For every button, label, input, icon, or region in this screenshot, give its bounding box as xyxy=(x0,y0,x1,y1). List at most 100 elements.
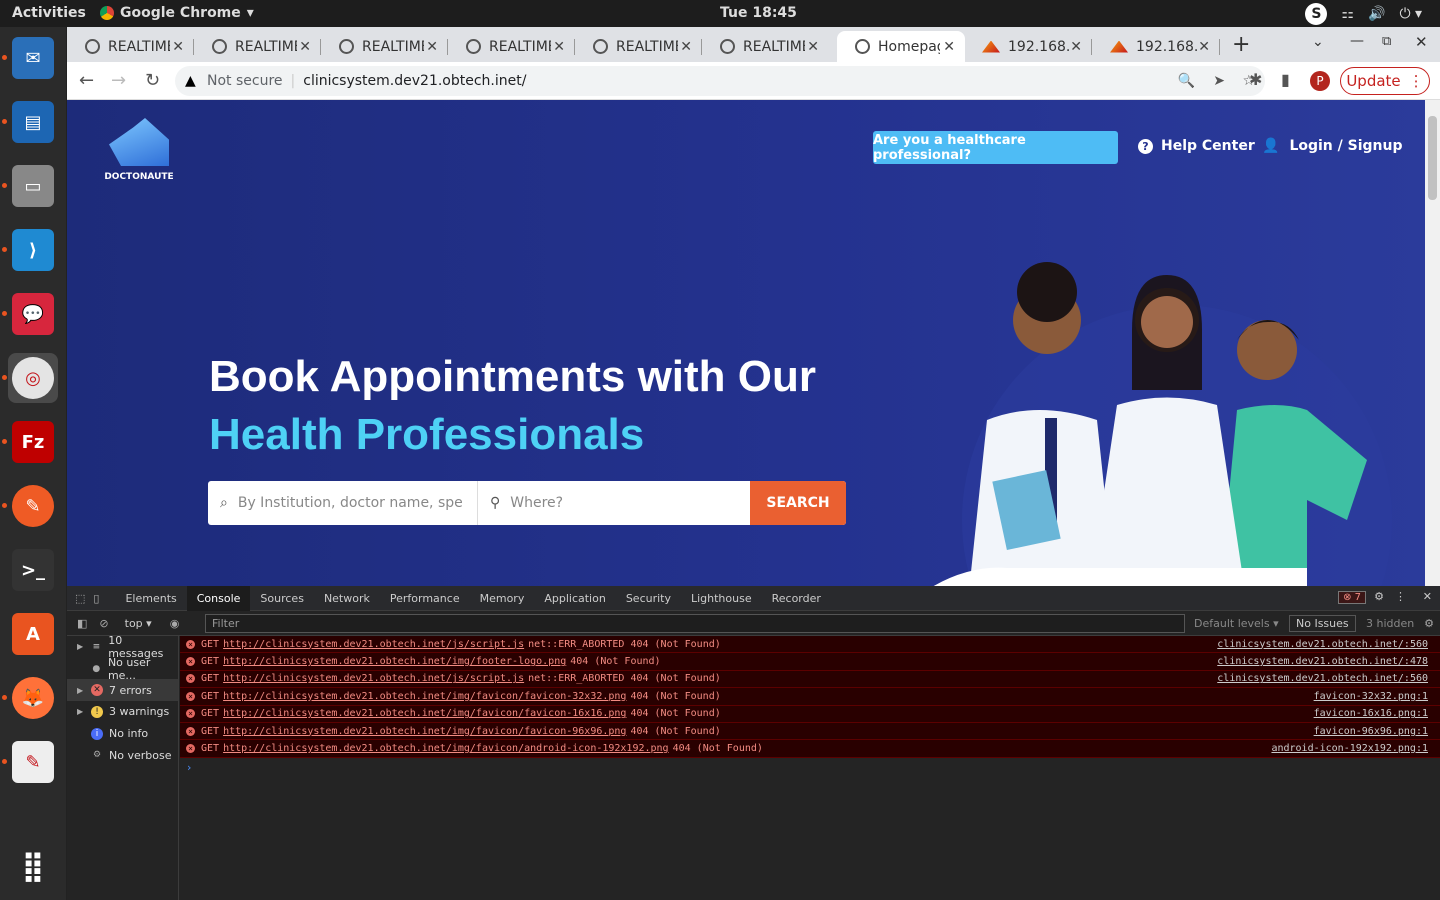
help-center-link[interactable]: ? Help Center xyxy=(1138,138,1255,154)
log-url-link[interactable]: http://clinicsystem.dev21.obtech.inet/js… xyxy=(223,639,524,650)
tab-search-chevron-icon[interactable]: ⌄ xyxy=(1312,34,1324,50)
console-filter-error[interactable]: ▶ ✕ 7 errors xyxy=(67,679,178,702)
console-settings-icon[interactable]: ⚙ xyxy=(1424,617,1434,630)
send-icon[interactable]: ➤ xyxy=(1213,73,1225,89)
issues-button[interactable]: No Issues xyxy=(1289,615,1356,632)
live-expression-eye-icon[interactable]: ◉ xyxy=(170,617,180,630)
log-url-link[interactable]: http://clinicsystem.dev21.obtech.inet/im… xyxy=(223,726,626,737)
thunderbird-icon[interactable]: ✉ xyxy=(8,33,58,83)
clock[interactable]: Tue 18:45 xyxy=(720,5,797,21)
chrome-icon[interactable]: ◎ xyxy=(8,353,58,403)
console-error-row[interactable]: × GET http://clinicsystem.dev21.obtech.ine… xyxy=(180,653,1440,671)
tab[interactable]: REALTIME ✕ xyxy=(321,31,448,62)
system-tray[interactable]: S ⚏ 🔊 ⏻ ▾ xyxy=(1305,3,1422,25)
inspect-icon[interactable]: ⬚ xyxy=(67,592,93,605)
side-panel-icon[interactable]: ▮ xyxy=(1281,70,1290,89)
devtools-tab-console[interactable]: Console xyxy=(186,585,251,611)
filezilla-icon[interactable]: Fz xyxy=(8,417,58,467)
log-url-link[interactable]: http://clinicsystem.dev21.obtech.inet/im… xyxy=(223,656,566,667)
search-input[interactable]: ⌕ By Institution, doctor name, speciality xyxy=(208,481,478,525)
text-editor-icon[interactable]: ✎ xyxy=(8,737,58,787)
console-error-row[interactable]: × GET http://clinicsystem.dev21.obtech.ine… xyxy=(180,740,1440,758)
new-tab-button[interactable]: + xyxy=(1232,32,1250,57)
tab-close-icon[interactable]: ✕ xyxy=(807,39,819,55)
volume-icon[interactable]: 🔊 xyxy=(1368,6,1385,22)
tab[interactable]: REALTIME ✕ xyxy=(194,31,321,62)
console-error-row[interactable]: × GET http://clinicsystem.dev21.obtech.ine… xyxy=(180,688,1440,706)
tab-close-icon[interactable]: ✕ xyxy=(299,39,311,55)
rocketchat-icon[interactable]: 💬 xyxy=(8,289,58,339)
log-url-link[interactable]: http://clinicsystem.dev21.obtech.inet/im… xyxy=(223,691,626,702)
activities-button[interactable]: Activities xyxy=(12,5,86,21)
forward-button[interactable]: → xyxy=(111,70,126,91)
location-input[interactable]: ⚲ Where? xyxy=(478,481,750,525)
log-url-link[interactable]: http://clinicsystem.dev21.obtech.inet/im… xyxy=(223,743,669,754)
log-url-link[interactable]: http://clinicsystem.dev21.obtech.inet/im… xyxy=(223,708,626,719)
devtools-more-icon[interactable]: ⋮ xyxy=(1395,590,1406,603)
console-error-row[interactable]: × GET http://clinicsystem.dev21.obtech.ine… xyxy=(180,670,1440,689)
tab[interactable]: 192.168.2✕ xyxy=(1092,31,1220,62)
tab[interactable]: REALTIME ✕ xyxy=(448,31,575,62)
zoom-icon[interactable]: 🔍 xyxy=(1178,73,1195,89)
close-window-button[interactable]: ✕ xyxy=(1415,33,1428,51)
tab-close-icon[interactable]: ✕ xyxy=(426,39,438,55)
apps-grid-icon[interactable]: ⣿ xyxy=(8,841,58,891)
vscode-icon[interactable]: ⟩ xyxy=(8,225,58,275)
log-source-link[interactable]: favicon-96x96.png:1 xyxy=(1314,726,1428,737)
tab-close-icon[interactable]: ✕ xyxy=(172,39,184,55)
tab-close-icon[interactable]: ✕ xyxy=(1070,39,1082,55)
devtools-tab-memory[interactable]: Memory xyxy=(470,586,535,611)
tab[interactable]: 192.168.2✕ xyxy=(964,31,1092,62)
clear-console-icon[interactable]: ⊘ xyxy=(99,617,108,630)
log-source-link[interactable]: favicon-16x16.png:1 xyxy=(1314,708,1428,719)
update-button[interactable]: Update ⋮ xyxy=(1340,67,1430,95)
minimize-button[interactable]: — xyxy=(1350,33,1364,49)
devtools-tab-elements[interactable]: Elements xyxy=(115,586,186,611)
error-count-badge[interactable]: ⊗ 7 xyxy=(1338,591,1366,604)
devtools-tab-recorder[interactable]: Recorder xyxy=(762,586,831,611)
console-prompt[interactable]: › xyxy=(187,761,191,774)
omnibox[interactable]: ▲ Not secure | clinicsystem.dev21.obtech… xyxy=(175,66,1265,96)
libreoffice-writer-icon[interactable]: ▤ xyxy=(8,97,58,147)
profile-avatar[interactable]: P xyxy=(1310,71,1330,91)
log-source-link[interactable]: clinicsystem.dev21.obtech.inet/:560 xyxy=(1217,639,1428,650)
tab-close-icon[interactable]: ✕ xyxy=(553,39,565,55)
console-error-row[interactable]: × GET http://clinicsystem.dev21.obtech.ine… xyxy=(180,722,1440,741)
log-source-link[interactable]: clinicsystem.dev21.obtech.inet/:478 xyxy=(1217,656,1428,667)
devtools-tab-network[interactable]: Network xyxy=(314,586,380,611)
login-signup-link[interactable]: 👤 Login / Signup xyxy=(1262,138,1402,154)
console-filter-info[interactable]: i No info xyxy=(67,723,178,745)
devtools-tab-sources[interactable]: Sources xyxy=(250,586,314,611)
console-filter-input[interactable]: Filter xyxy=(205,614,1185,633)
devtools-tab-performance[interactable]: Performance xyxy=(380,586,470,611)
sidebar-toggle-icon[interactable]: ◧ xyxy=(77,617,87,630)
log-source-link[interactable]: clinicsystem.dev21.obtech.inet/:560 xyxy=(1217,673,1428,684)
terminal-icon[interactable]: >_ xyxy=(8,545,58,595)
firefox-icon[interactable]: 🦊 xyxy=(8,673,58,723)
log-source-link[interactable]: favicon-32x32.png:1 xyxy=(1314,691,1428,702)
tab-close-icon[interactable]: ✕ xyxy=(680,39,692,55)
power-icon[interactable]: ⏻ ▾ xyxy=(1399,6,1422,22)
log-source-link[interactable]: android-icon-192x192.png:1 xyxy=(1271,743,1428,754)
console-error-row[interactable]: × GET http://clinicsystem.dev21.obtech.ine… xyxy=(180,636,1440,654)
search-button[interactable]: SEARCH xyxy=(750,481,846,525)
console-filter-list[interactable]: ▶ ≡ 10 messages xyxy=(67,634,178,660)
devtools-tab-security[interactable]: Security xyxy=(616,586,681,611)
extensions-icon[interactable]: ✱ xyxy=(1249,70,1262,89)
healthcare-professional-button[interactable]: Are you a healthcare professional? xyxy=(873,131,1118,164)
app-menu[interactable]: Google Chrome ▾ xyxy=(100,5,254,21)
tab-active[interactable]: Homepage✕ xyxy=(837,31,965,62)
console-filter-gear[interactable]: ⚙ No verbose xyxy=(67,744,178,766)
scrollbar-thumb[interactable] xyxy=(1428,116,1437,200)
console-error-row[interactable]: × GET http://clinicsystem.dev21.obtech.ine… xyxy=(180,705,1440,723)
skype-icon[interactable]: S xyxy=(1305,3,1328,25)
tab[interactable]: REALTIME ✕ xyxy=(67,31,194,62)
devtools-close-icon[interactable]: ✕ xyxy=(1423,590,1432,603)
back-button[interactable]: ← xyxy=(79,70,94,91)
device-toggle-icon[interactable]: ▯ xyxy=(93,592,107,605)
software-center-icon[interactable]: A xyxy=(8,609,58,659)
postman-icon[interactable]: ✎ xyxy=(8,481,58,531)
url-text[interactable]: clinicsystem.dev21.obtech.inet/ xyxy=(303,73,526,89)
console-filter-user[interactable]: ● No user me... xyxy=(67,656,178,682)
log-url-link[interactable]: http://clinicsystem.dev21.obtech.inet/js… xyxy=(223,673,524,684)
